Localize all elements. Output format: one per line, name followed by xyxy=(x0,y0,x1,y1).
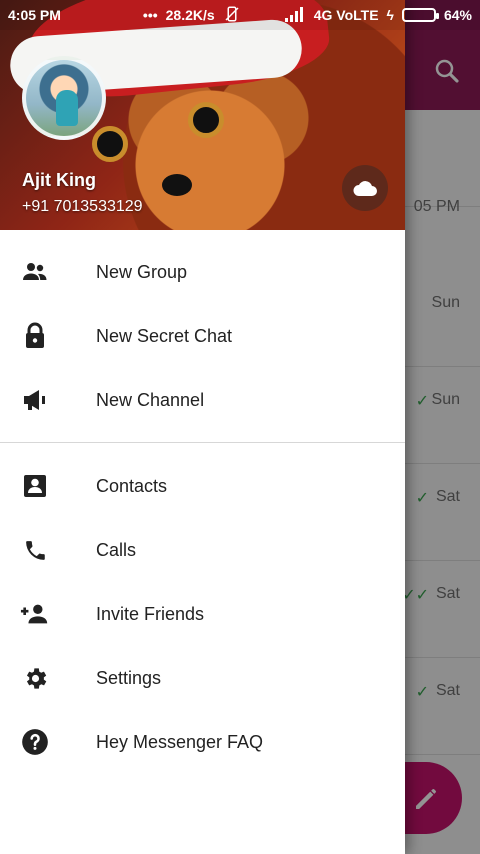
profile-phone: +91 7013533129 xyxy=(22,198,143,215)
help-icon xyxy=(20,727,50,757)
menu-settings[interactable]: Settings xyxy=(0,646,405,710)
menu-new-channel[interactable]: New Channel xyxy=(0,368,405,432)
menu-label: New Channel xyxy=(96,389,205,410)
more-indicator-icon: ••• xyxy=(142,7,158,23)
group-icon xyxy=(20,257,50,287)
teddy-nose xyxy=(162,174,192,196)
avatar-person xyxy=(56,90,78,126)
gear-icon xyxy=(20,663,50,693)
network-type: 4G VoLTE xyxy=(313,7,379,23)
menu-label: Hey Messenger FAQ xyxy=(96,731,264,752)
menu-new-secret-chat[interactable]: New Secret Chat xyxy=(0,304,405,368)
add-person-icon xyxy=(20,599,50,629)
profile-name: Ajit King xyxy=(22,170,96,190)
signal-icon xyxy=(284,6,306,25)
menu-label: Contacts xyxy=(96,475,168,496)
status-right-group: 4G VoLTE ϟ 64% xyxy=(284,6,472,25)
menu-label: Settings xyxy=(96,667,162,688)
network-speed-group: ••• 28.2K/s xyxy=(143,5,241,26)
menu-label: New Secret Chat xyxy=(96,325,233,346)
charging-icon: ϟ xyxy=(386,7,394,23)
teddy-eye xyxy=(92,126,128,162)
drawer-menu: New Group New Secret Chat New Channel Co… xyxy=(0,240,405,774)
cloud-button[interactable] xyxy=(342,165,388,211)
megaphone-icon xyxy=(20,385,50,415)
network-speed: 28.2K/s xyxy=(165,7,215,23)
status-bar: 4:05 PM ••• 28.2K/s 4G VoLTE ϟ 64% xyxy=(0,0,480,30)
menu-label: Calls xyxy=(96,539,137,560)
menu-label: New Group xyxy=(96,261,188,282)
phone-icon xyxy=(20,535,50,565)
menu-divider xyxy=(0,442,405,443)
navigation-drawer: Ajit King +91 7013533129 New Group New S… xyxy=(0,0,405,854)
menu-faq[interactable]: Hey Messenger FAQ xyxy=(0,710,405,774)
menu-contacts[interactable]: Contacts xyxy=(0,454,405,518)
profile-avatar[interactable] xyxy=(22,56,106,140)
cloud-icon xyxy=(353,181,377,196)
menu-new-group[interactable]: New Group xyxy=(0,240,405,304)
profile-header[interactable]: Ajit King +91 7013533129 xyxy=(0,0,405,230)
status-time: 4:05 PM xyxy=(8,7,61,23)
menu-label: Invite Friends xyxy=(96,603,205,624)
contacts-icon xyxy=(20,471,50,501)
menu-invite-friends[interactable]: Invite Friends xyxy=(0,582,405,646)
battery-icon xyxy=(401,8,439,22)
battery-percent: 64% xyxy=(443,7,472,23)
teddy-eye xyxy=(188,102,224,138)
vibrate-off-icon xyxy=(223,5,241,26)
menu-calls[interactable]: Calls xyxy=(0,518,405,582)
lock-icon xyxy=(20,321,50,351)
